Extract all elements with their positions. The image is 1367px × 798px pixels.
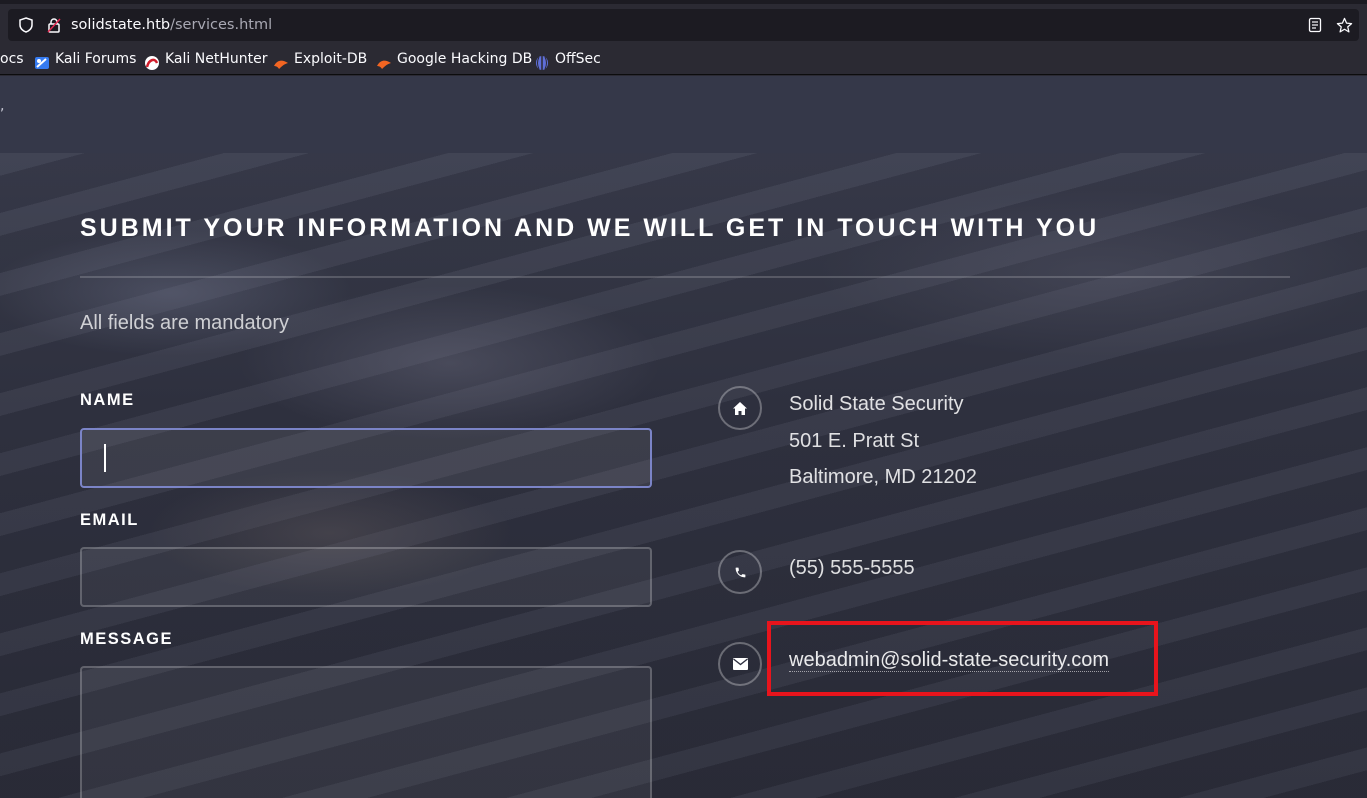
- url-bar[interactable]: solidstate.htb/services.html: [8, 9, 1359, 41]
- bookmark-docs[interactable]: ocs: [0, 44, 24, 75]
- header-edge-glyph: ,: [0, 98, 5, 114]
- contact-title: SUBMIT YOUR INFORMATION AND WE WILL GET …: [80, 214, 1100, 242]
- email-input[interactable]: [80, 547, 652, 607]
- envelope-icon: [718, 642, 762, 686]
- kali-forums-icon: [34, 52, 50, 69]
- kali-nethunter-icon: [144, 52, 160, 70]
- email-label: EMAIL: [80, 511, 139, 529]
- name-input[interactable]: [80, 428, 652, 488]
- tracking-shield-icon[interactable]: [18, 9, 34, 41]
- home-icon: [718, 386, 762, 430]
- bookmark-label: ocs: [0, 51, 24, 67]
- exploit-db-icon: [273, 52, 289, 69]
- name-label: NAME: [80, 391, 135, 409]
- url-text[interactable]: solidstate.htb/services.html: [71, 9, 272, 41]
- message-label: MESSAGE: [80, 630, 174, 648]
- address-line-2: 501 E. Pratt St: [789, 429, 920, 452]
- mandatory-note: All fields are mandatory: [80, 312, 289, 334]
- bookmark-label: Exploit-DB: [294, 51, 368, 67]
- bookmark-kali-nethunter[interactable]: Kali NetHunter: [144, 44, 267, 75]
- toolbar: solidstate.htb/services.html: [0, 4, 1367, 44]
- bookmark-kali-forums[interactable]: Kali Forums: [34, 44, 136, 75]
- site-header: ,: [0, 76, 1367, 153]
- bookmark-offsec[interactable]: OffSec: [534, 44, 601, 75]
- offsec-icon: [534, 52, 550, 70]
- bookmark-exploit-db[interactable]: Exploit-DB: [273, 44, 367, 75]
- phone-number: (55) 555-5555: [789, 557, 915, 579]
- bookmark-star-icon[interactable]: [1335, 9, 1353, 41]
- address-block: Solid State Security 501 E. Pratt St Bal…: [789, 386, 977, 496]
- bookmark-label: Kali NetHunter: [165, 51, 268, 67]
- bookmark-google-hacking-db[interactable]: Google Hacking DB: [376, 44, 532, 75]
- url-host: solidstate.htb: [71, 17, 171, 33]
- address-line-1: Solid State Security: [789, 393, 964, 415]
- text-caret: [104, 444, 106, 472]
- page-viewport: , SUBMIT YOUR INFORMATION AND WE WILL GE…: [0, 76, 1367, 798]
- url-path: /services.html: [170, 17, 273, 33]
- bookmark-label: OffSec: [555, 51, 601, 67]
- reader-view-icon[interactable]: [1307, 9, 1323, 41]
- bookmarks-toolbar: ocs Kali Forums Kali NetHunter Exploit-D…: [0, 44, 1367, 75]
- message-textarea[interactable]: [80, 666, 652, 798]
- insecure-lock-icon[interactable]: [46, 9, 62, 41]
- ghdb-icon: [376, 52, 392, 69]
- bookmark-label: Google Hacking DB: [397, 51, 533, 67]
- section-divider: [80, 276, 1290, 278]
- address-line-3: Baltimore, MD 21202: [789, 466, 977, 488]
- bookmark-label: Kali Forums: [55, 51, 137, 67]
- highlight-annotation-box: [767, 621, 1158, 696]
- phone-icon: [718, 550, 762, 594]
